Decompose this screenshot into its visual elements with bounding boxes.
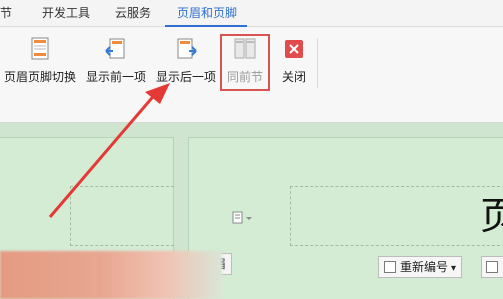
annotation-arrow [48,83,170,218]
arrow-shaft [48,91,159,218]
